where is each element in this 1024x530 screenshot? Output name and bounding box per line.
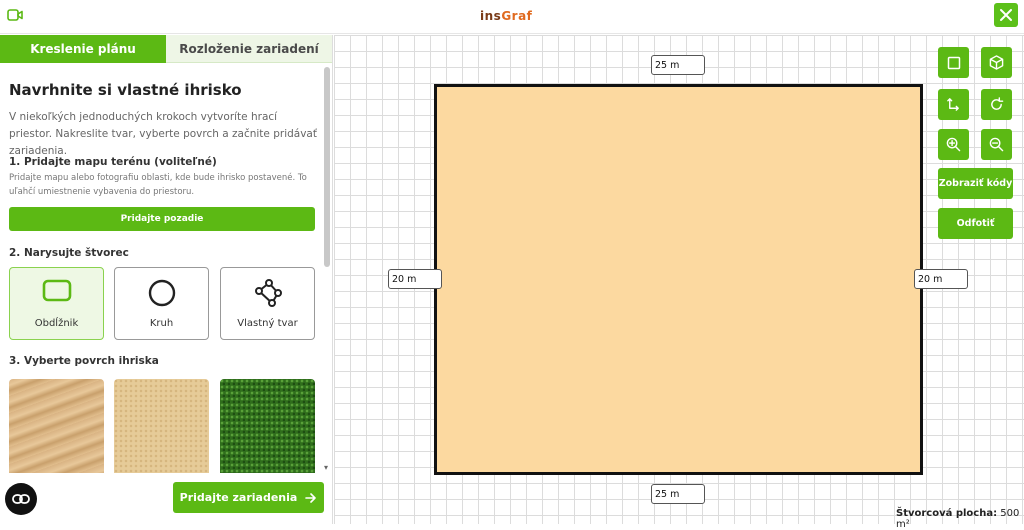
shape-circle-option[interactable]: Kruh [114,267,209,340]
3d-view-button[interactable] [981,47,1012,78]
area-readout: Štvorcová plocha: 500 m² [896,508,1024,530]
rotate-button[interactable] [981,89,1012,120]
zoom-out-icon [989,137,1004,152]
video-camera-icon[interactable] [7,8,23,22]
dimension-top-input[interactable]: 25 m [651,55,705,75]
sidebar-scroll-area: Navrhnite si vlastné ihrisko V niekoľkýc… [0,63,333,473]
rectangle-icon [42,279,71,302]
zoom-in-icon [946,137,961,152]
link-icon [12,494,30,504]
add-background-button[interactable]: Pridajte pozadie [9,207,315,231]
draw-rectangle-tool-button[interactable] [938,47,969,78]
step1-title: 1. Pridajte mapu terénu (voliteľné) [9,156,217,168]
step2-title: 2. Narysujte štvorec [9,247,129,259]
add-devices-label: Pridajte zariadenia [179,491,298,504]
surface-fine-sand[interactable] [114,379,209,473]
surface-grass[interactable] [220,379,315,473]
photo-button[interactable]: Odfotiť [938,208,1013,239]
logo-text-graf: Graf [501,9,533,23]
show-codes-button[interactable]: Zobraziť kódy [938,168,1013,199]
close-icon [1000,9,1012,21]
circle-icon [148,279,175,307]
polygon-icon [254,279,282,307]
cube-icon [989,55,1004,70]
shape-rectangle-option[interactable]: Obdĺžnik [9,267,104,340]
swap-arrows-icon [947,98,959,111]
step3-title: 3. Vyberte povrch ihriska [9,355,159,367]
shape-label: Kruh [149,318,174,329]
shape-label: Obdĺžnik [34,318,79,329]
top-bar: insGraf [0,0,1024,34]
panel-intro: V niekoľkých jednoduchých krokoch vytvor… [9,111,317,157]
flip-button[interactable] [938,89,969,120]
sidebar: Kreslenie plánu Rozloženie zariadení Nav… [0,35,333,524]
playground-field[interactable] [434,84,923,475]
step1-text: Pridajte mapu alebo fotografiu oblasti, … [9,173,307,197]
dimension-left-input[interactable]: 20 m [388,269,442,289]
zoom-out-button[interactable] [981,129,1012,160]
shape-custom-option[interactable]: Vlastný tvar [220,267,315,340]
square-icon [947,56,960,69]
close-button[interactable] [994,3,1018,27]
logo-text-ins: ins [480,9,502,23]
sidebar-scrollbar[interactable] [324,67,330,467]
drawing-canvas[interactable]: 25 m 25 m 20 m 20 m Zobraziť kódy Odfoti… [334,35,1024,530]
area-label: Štvorcová plocha: [896,508,998,519]
chat-button[interactable] [5,483,37,515]
tab-rozlozenie-zariadeni[interactable]: Rozloženie zariadení [166,35,332,63]
shape-label: Vlastný tvar [237,318,298,329]
dimension-bottom-input[interactable]: 25 m [651,484,705,504]
panel-title: Navrhnite si vlastné ihrisko [9,81,242,99]
arrow-right-icon [305,492,317,503]
zoom-in-button[interactable] [938,129,969,160]
scrollbar-thumb[interactable] [324,67,330,267]
dimension-right-input[interactable]: 20 m [914,269,968,289]
surface-sand[interactable] [9,379,104,473]
rotate-icon [991,97,1004,110]
tab-kreslenie-planu[interactable]: Kreslenie plánu [0,35,166,63]
tab-bar: Kreslenie plánu Rozloženie zariadení [0,35,333,63]
scroll-down-icon[interactable]: ▾ [324,463,328,472]
logo: insGraf [480,9,532,23]
add-devices-button[interactable]: Pridajte zariadenia [173,482,324,513]
